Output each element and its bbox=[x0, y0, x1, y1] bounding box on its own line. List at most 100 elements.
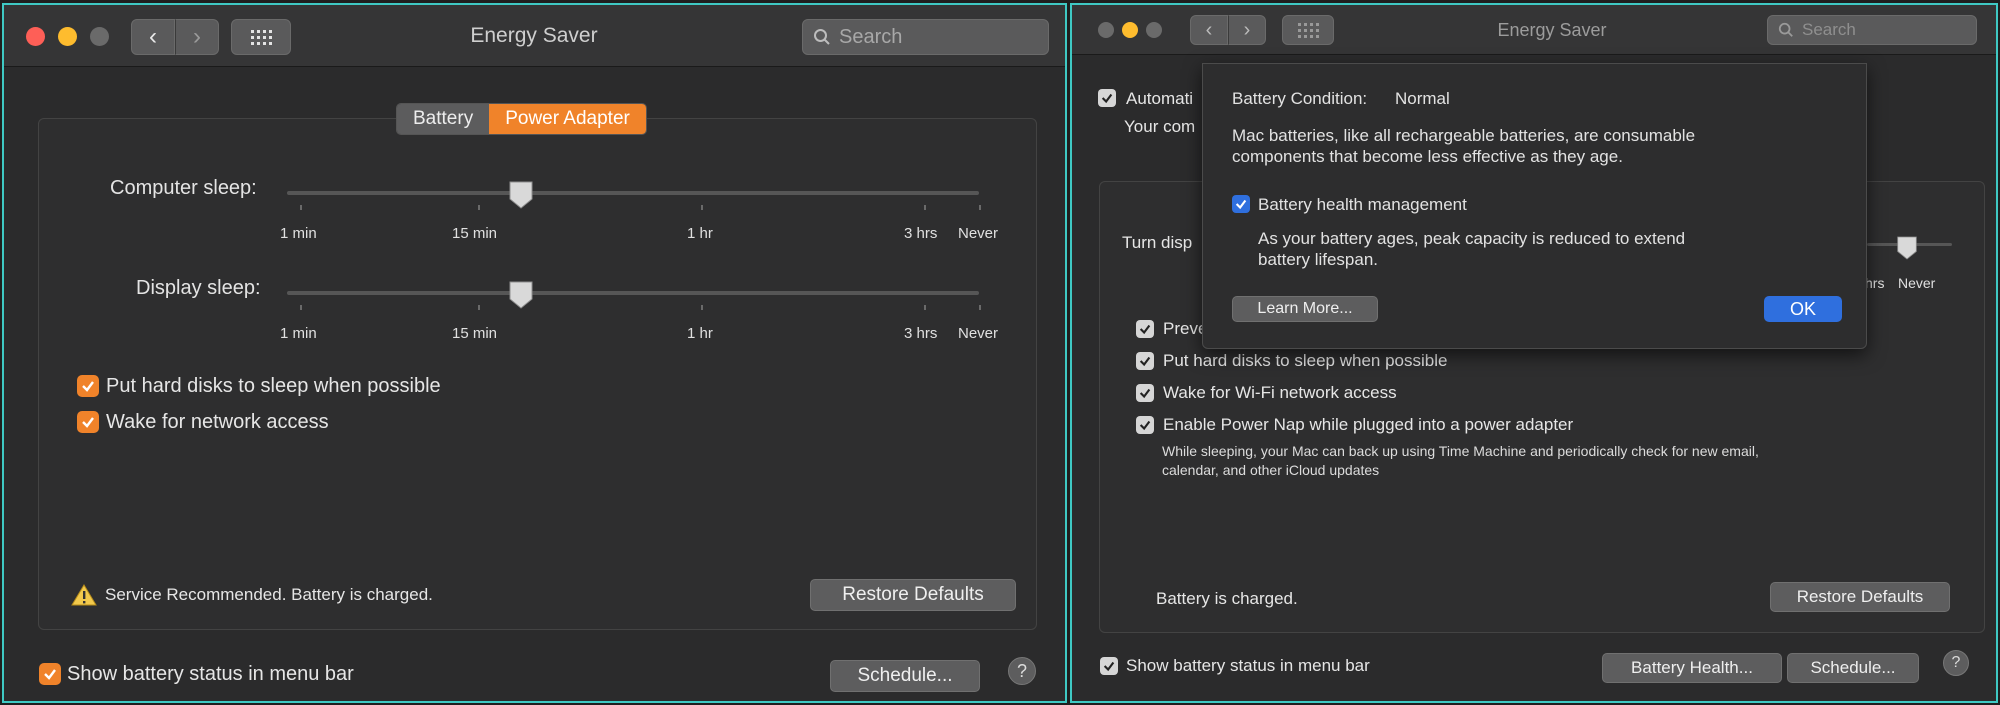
tick-label: hrs bbox=[1865, 275, 1885, 291]
hard-disk-sleep-label: Put hard disks to sleep when possible bbox=[1163, 351, 1448, 370]
checkmark-icon bbox=[82, 381, 94, 392]
status-text: Battery is charged. bbox=[1156, 589, 1298, 608]
power-nap-checkbox[interactable] bbox=[1136, 416, 1154, 434]
help-button[interactable]: ? bbox=[1943, 650, 1969, 676]
checkmark-icon bbox=[1139, 388, 1151, 399]
wake-wifi-label: Wake for Wi-Fi network access bbox=[1163, 383, 1397, 402]
turn-display-off-label: Turn disp bbox=[1122, 233, 1193, 252]
battery-description-line2: components that become less effective as… bbox=[1232, 147, 1623, 166]
search-placeholder: Search bbox=[1802, 20, 1856, 39]
wake-network-label: Wake for network access bbox=[106, 411, 329, 433]
tick-label: 1 hr bbox=[687, 225, 713, 242]
show-battery-checkbox[interactable] bbox=[1100, 657, 1118, 675]
tick-label: 15 min bbox=[452, 325, 498, 342]
chevron-left-icon: ‹ bbox=[1205, 18, 1213, 41]
power-nap-description: While sleeping, your Mac can back up usi… bbox=[1162, 443, 1759, 459]
checkmark-icon bbox=[1235, 199, 1247, 210]
tick-label: Never bbox=[1898, 275, 1936, 291]
forward-button[interactable]: › bbox=[1228, 15, 1266, 45]
schedule-button[interactable]: Schedule... bbox=[1787, 653, 1919, 683]
restore-defaults-button[interactable]: Restore Defaults bbox=[1770, 582, 1950, 612]
chevron-left-icon: ‹ bbox=[149, 23, 157, 50]
grid-icon bbox=[1297, 22, 1319, 38]
show-battery-label: Show battery status in menu bar bbox=[67, 663, 354, 685]
tick-label: Never bbox=[958, 325, 999, 342]
restore-defaults-button[interactable]: Restore Defaults bbox=[810, 579, 1016, 611]
wake-network-checkbox[interactable] bbox=[77, 411, 99, 433]
prevent-sleep-label: Preve bbox=[1163, 319, 1208, 338]
zoom-button[interactable] bbox=[1146, 22, 1162, 38]
computer-sleep-slider-knob[interactable] bbox=[508, 180, 534, 210]
prevent-sleep-checkbox[interactable] bbox=[1136, 320, 1154, 338]
tick-label: 3 hrs bbox=[904, 225, 938, 242]
energy-saver-window-left: ‹ › Energy Saver Search Battery Power Ad… bbox=[2, 3, 1067, 703]
close-button[interactable] bbox=[26, 27, 45, 46]
show-battery-label: Show battery status in menu bar bbox=[1126, 656, 1370, 675]
search-field[interactable]: Search bbox=[802, 19, 1049, 55]
ok-button[interactable]: OK bbox=[1764, 296, 1842, 322]
automatic-graphics-label: Automati bbox=[1126, 89, 1194, 108]
source-tabs: Battery Power Adapter bbox=[396, 103, 647, 135]
tab-power-adapter[interactable]: Power Adapter bbox=[489, 104, 646, 134]
battery-health-sheet: Battery Condition: Normal Mac batteries,… bbox=[1202, 63, 1867, 349]
tick-label: 3 hrs bbox=[904, 325, 938, 342]
tick-label: 1 min bbox=[280, 325, 317, 342]
health-description-line1: As your battery ages, peak capacity is r… bbox=[1258, 229, 1686, 248]
hard-disk-sleep-checkbox[interactable] bbox=[77, 375, 99, 397]
help-button[interactable]: ? bbox=[1008, 657, 1036, 685]
battery-description-line1: Mac batteries, like all rechargeable bat… bbox=[1232, 126, 1696, 145]
search-icon bbox=[814, 29, 830, 45]
window-title: Energy Saver bbox=[470, 24, 598, 47]
checkmark-icon bbox=[1103, 661, 1115, 672]
schedule-button[interactable]: Schedule... bbox=[830, 660, 980, 692]
display-sleep-label: Display sleep: bbox=[136, 277, 261, 299]
minimize-button[interactable] bbox=[58, 27, 77, 46]
checkmark-icon bbox=[1139, 356, 1151, 367]
titlebar: ‹ › Energy Saver Search bbox=[1072, 5, 1996, 55]
hard-disk-sleep-label: Put hard disks to sleep when possible bbox=[106, 375, 441, 397]
chevron-right-icon: › bbox=[193, 23, 201, 50]
battery-condition-value: Normal bbox=[1395, 89, 1450, 108]
battery-condition-label: Battery Condition: bbox=[1232, 89, 1368, 108]
tick-label: 1 min bbox=[280, 225, 317, 242]
search-placeholder: Search bbox=[839, 25, 903, 48]
grid-icon bbox=[250, 29, 272, 45]
hard-disk-sleep-checkbox[interactable] bbox=[1136, 352, 1154, 370]
back-button[interactable]: ‹ bbox=[131, 19, 175, 55]
tick-label: 15 min bbox=[452, 225, 498, 242]
checkmark-icon bbox=[1139, 420, 1151, 431]
display-sleep-slider-track[interactable] bbox=[287, 291, 979, 295]
close-button[interactable] bbox=[1098, 22, 1114, 38]
display-sleep-slider-knob[interactable] bbox=[508, 280, 534, 310]
tick-label: Never bbox=[958, 225, 999, 242]
forward-button[interactable]: › bbox=[175, 19, 219, 55]
learn-more-button[interactable]: Learn More... bbox=[1232, 296, 1378, 322]
tick-label: 1 hr bbox=[687, 325, 713, 342]
show-battery-checkbox[interactable] bbox=[39, 663, 61, 685]
tab-battery[interactable]: Battery bbox=[397, 104, 490, 134]
power-nap-label: Enable Power Nap while plugged into a po… bbox=[1163, 415, 1574, 434]
warning-icon bbox=[71, 584, 97, 606]
wake-wifi-checkbox[interactable] bbox=[1136, 384, 1154, 402]
health-description-line2: battery lifespan. bbox=[1258, 250, 1379, 269]
titlebar: ‹ › Energy Saver Search bbox=[4, 5, 1065, 67]
display-off-slider-knob[interactable] bbox=[1896, 235, 1918, 261]
computer-sleep-label: Computer sleep: bbox=[110, 177, 257, 199]
chevron-right-icon: › bbox=[1243, 18, 1251, 41]
checkmark-icon bbox=[82, 417, 94, 428]
computer-sleep-slider-track[interactable] bbox=[287, 191, 979, 195]
battery-health-management-checkbox[interactable] bbox=[1232, 195, 1250, 213]
status-text: Service Recommended. Battery is charged. bbox=[105, 585, 433, 604]
checkmark-icon bbox=[1101, 93, 1113, 104]
graphics-desc-partial: Your com bbox=[1124, 117, 1196, 136]
minimize-button[interactable] bbox=[1122, 22, 1138, 38]
battery-health-button[interactable]: Battery Health... bbox=[1602, 653, 1782, 683]
automatic-graphics-checkbox[interactable] bbox=[1098, 89, 1116, 107]
power-nap-description-2: calendar, and other iCloud updates bbox=[1162, 462, 1380, 478]
back-button[interactable]: ‹ bbox=[1190, 15, 1228, 45]
energy-saver-window-right: ‹ › Energy Saver Search Automati Your co… bbox=[1070, 3, 1998, 703]
search-field[interactable]: Search bbox=[1767, 15, 1977, 45]
show-all-button[interactable] bbox=[1282, 15, 1334, 45]
show-all-button[interactable] bbox=[231, 19, 291, 55]
zoom-button[interactable] bbox=[90, 27, 109, 46]
